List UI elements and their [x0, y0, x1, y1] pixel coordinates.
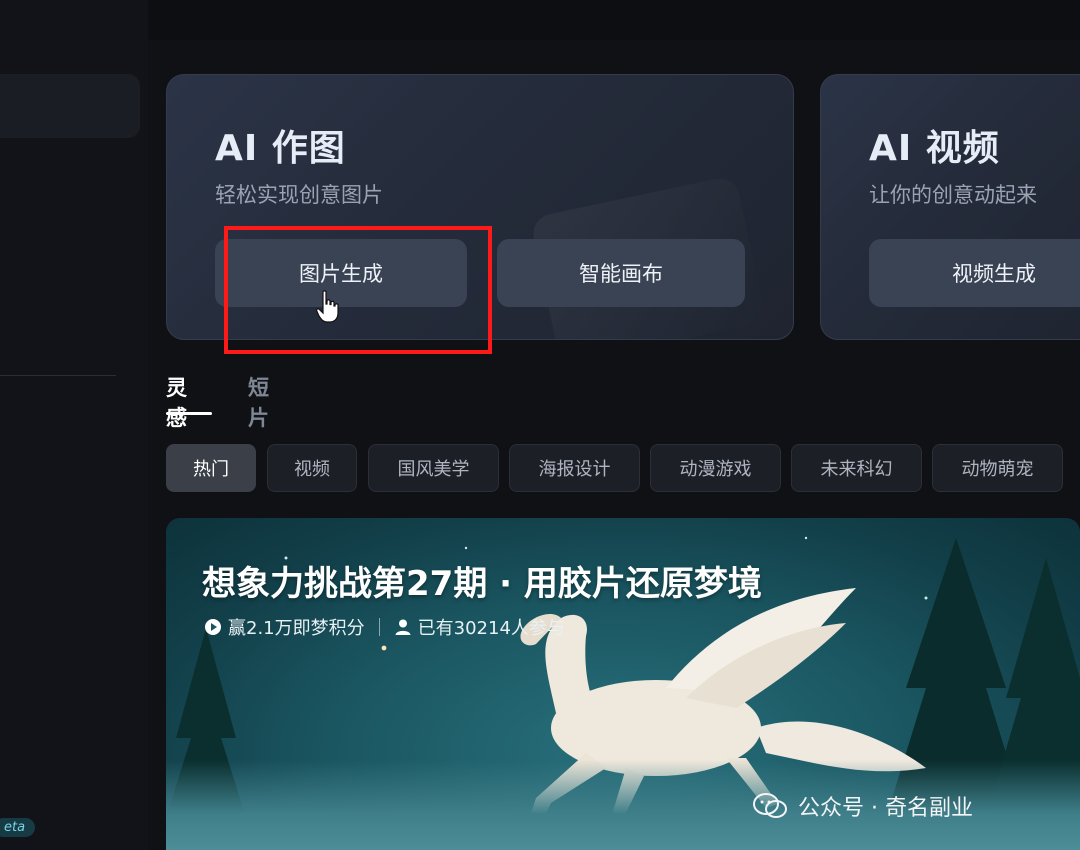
- sidebar-selected-item[interactable]: [0, 74, 140, 138]
- meta-separator: [378, 618, 380, 636]
- chip-video[interactable]: 视频: [267, 444, 357, 492]
- sidebar: eta: [0, 0, 148, 850]
- top-bar: [0, 0, 1080, 40]
- smart-canvas-button[interactable]: 智能画布: [497, 239, 745, 307]
- wechat-icon: [753, 793, 787, 818]
- banner-meta: 赢2.1万即梦积分 已有30214人参与: [204, 614, 565, 640]
- card-title: AI 作图: [215, 128, 346, 169]
- cursor-hand-icon: [316, 290, 339, 323]
- chip-hot[interactable]: 热门: [166, 444, 256, 492]
- video-generate-button[interactable]: 视频生成: [869, 239, 1080, 307]
- banner-title: 想象力挑战第27期 · 用胶片还原梦境: [202, 564, 762, 604]
- active-tab-indicator: [166, 412, 212, 415]
- card-subtitle: 让你的创意动起来: [869, 183, 1037, 207]
- sidebar-divider: [0, 375, 116, 376]
- play-circle-icon: [205, 619, 221, 635]
- card-subtitle: 轻松实现创意图片: [215, 183, 383, 207]
- watermark-text: 公众号 · 奇名副业: [798, 796, 973, 821]
- red-highlight-box: [224, 226, 492, 354]
- watermark: 公众号 · 奇名副业: [752, 790, 973, 822]
- user-icon: [395, 619, 411, 635]
- chip-pets[interactable]: 动物萌宠: [932, 444, 1063, 492]
- tab-shorts[interactable]: 短片: [248, 372, 269, 432]
- chip-guofeng[interactable]: 国风美学: [368, 444, 499, 492]
- participants-text: 已有30214人参与: [417, 618, 565, 639]
- chip-poster[interactable]: 海报设计: [509, 444, 640, 492]
- ai-video-card: AI 视频 让你的创意动起来 视频生成: [820, 74, 1080, 340]
- tab-inspiration[interactable]: 灵感: [166, 372, 187, 432]
- card-title: AI 视频: [869, 128, 1000, 169]
- chip-anime[interactable]: 动漫游戏: [650, 444, 781, 492]
- prize-text: 赢2.1万即梦积分: [228, 618, 365, 639]
- chip-scifi[interactable]: 未来科幻: [791, 444, 922, 492]
- category-chips: 热门 视频 国风美学 海报设计 动漫游戏 未来科幻 动物萌宠: [166, 444, 1080, 492]
- beta-badge: eta: [0, 818, 36, 837]
